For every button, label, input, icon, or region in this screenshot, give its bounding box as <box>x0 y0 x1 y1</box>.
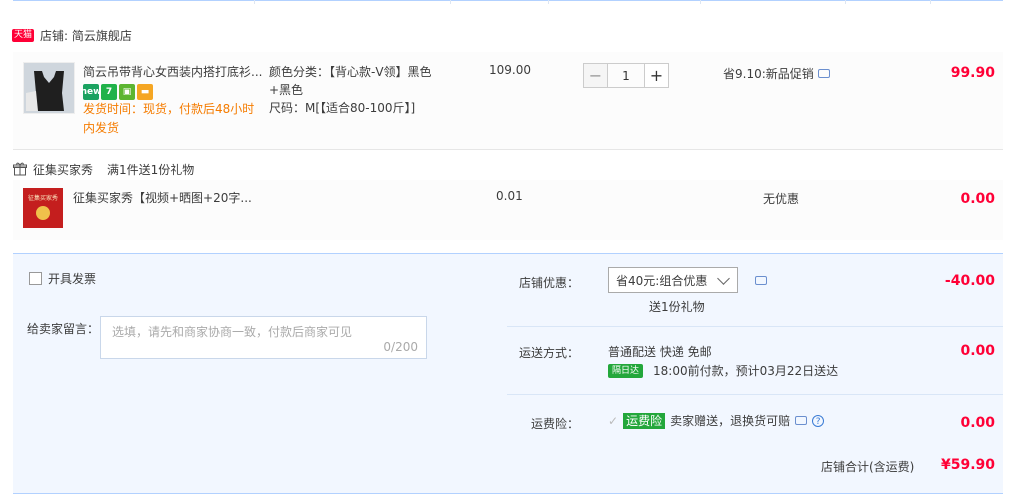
seven-day-return-icon: 7 <box>101 84 117 100</box>
guarantee-icon: ▣ <box>119 84 135 100</box>
invoice-label: 开具发票 <box>48 272 97 286</box>
promo-text: 省9.10:新品促销 <box>723 67 814 81</box>
gift-rule: 满1件送1份礼物 <box>107 162 195 177</box>
sku-color: 颜色分类：【背心款-V领】黑色+黑色 <box>269 65 432 97</box>
product-title[interactable]: 简云吊带背心女西装内搭打底衫... <box>83 63 263 81</box>
gift-icon <box>13 162 27 176</box>
top-divider <box>13 0 1003 1</box>
gift-item-title[interactable]: 征集买家秀【视频+晒图+20字... <box>73 189 252 206</box>
gift-thumbnail[interactable]: 征集买家秀 <box>23 188 63 228</box>
store-header: 天猫 店铺: 简云旗舰店 <box>12 27 132 43</box>
gift-promo: 无优惠 <box>763 192 800 206</box>
total-label: 店铺合计(含运费) <box>821 460 915 474</box>
delivery-eta-row: 隔日达 18:00前付款，预计03月22日送达 <box>608 362 838 379</box>
product-thumbnail[interactable] <box>23 62 75 114</box>
delivery-section: 运送方式： 普通配送 快递 免邮 隔日达 18:00前付款，预计03月22日送达… <box>507 327 1003 395</box>
insurance-desc: 卖家赠送，退换货可赔 <box>670 414 791 428</box>
store-total-row: 店铺合计(含运费) ¥59.90 <box>13 441 1003 494</box>
order-item-row: 简云吊带背心女西装内搭打底衫... new 7 ▣ ▬ 发货时间：现货，付款后4… <box>13 52 1003 150</box>
sku-size: 尺码：M[【适合80-100斤】] <box>269 101 416 115</box>
insurance-row: ✓ 运费险 卖家赠送，退换货可赔 ? <box>608 412 825 429</box>
quantity-stepper: − 1 + <box>583 63 669 88</box>
column-separator <box>450 0 451 4</box>
invoice-checkbox[interactable] <box>29 272 42 285</box>
insurance-section: 运费险： ✓ 运费险 卖家赠送，退换货可赔 ? 0.00 <box>507 395 1003 441</box>
increase-button[interactable]: + <box>644 63 669 88</box>
store-discount-label: 店铺优惠： <box>518 276 579 290</box>
store-name[interactable]: 店铺: 简云旗舰店 <box>40 27 132 44</box>
unit-price: 109.00 <box>489 63 531 77</box>
comment-icon[interactable] <box>817 69 830 78</box>
comment-icon[interactable] <box>755 276 767 285</box>
service-badges: new 7 ▣ ▬ <box>81 84 153 100</box>
insurance-badge: 运费险 <box>623 412 666 429</box>
insurance-label: 运费险： <box>530 417 579 431</box>
insurance-value: 0.00 <box>960 415 995 431</box>
checkmark-icon: ✓ <box>608 413 619 428</box>
comment-icon[interactable] <box>795 416 808 425</box>
chevron-down-icon <box>717 272 730 285</box>
store-discount-selected: 省40元:组合优惠 <box>616 273 708 288</box>
store-discount-select[interactable]: 省40元:组合优惠 <box>608 267 738 293</box>
message-char-count: 0/200 <box>383 340 418 354</box>
gift-item-row: 征集买家秀 征集买家秀【视频+晒图+20字... 0.01 无优惠 0.00 <box>13 180 1003 240</box>
decrease-button[interactable]: − <box>583 63 608 88</box>
quantity-input[interactable]: 1 <box>608 63 644 88</box>
gift-seal-icon <box>36 206 50 220</box>
store-discount-note: 送1份礼物 <box>649 300 705 314</box>
credit-card-icon: ▬ <box>137 84 153 100</box>
item-subtotal: 99.90 <box>950 65 995 81</box>
column-separator <box>930 0 931 4</box>
sku-info: 颜色分类：【背心款-V领】黑色+黑色 尺码：M[【适合80-100斤】] <box>269 63 449 117</box>
delivery-label: 运送方式： <box>518 346 579 360</box>
delivery-value: 0.00 <box>960 343 995 359</box>
column-separator <box>548 0 549 4</box>
gift-thumb-text: 征集买家秀 <box>27 195 58 202</box>
store-discount-value: -40.00 <box>944 273 995 289</box>
store-discount-section: 店铺优惠： 省40元:组合优惠 送1份礼物 -40.00 <box>507 254 1003 327</box>
gift-price: 0.01 <box>496 189 523 203</box>
column-separator <box>845 0 846 4</box>
column-separator <box>254 0 255 4</box>
invoice-option[interactable]: 开具发票 <box>29 270 96 287</box>
help-icon[interactable]: ? <box>812 414 825 427</box>
next-day-badge: 隔日达 <box>608 363 644 378</box>
total-value: ¥59.90 <box>940 457 995 473</box>
order-options-panel: 开具发票 给卖家留言： 选填，请先和商家协商一致，付款后商家可见 0/200 店… <box>13 253 1003 441</box>
column-separator <box>700 0 701 4</box>
delivery-eta: 18:00前付款，预计03月22日送达 <box>653 364 839 378</box>
item-promo: 省9.10:新品促销 <box>723 65 830 82</box>
message-placeholder: 选填，请先和商家协商一致，付款后商家可见 <box>112 325 353 339</box>
new-badge-icon: new <box>81 84 101 100</box>
gift-header: 征集买家秀 满1件送1份礼物 <box>13 160 194 178</box>
shipping-time: 发货时间：现货，付款后48小时内发货 <box>83 102 255 135</box>
delivery-method: 普通配送 快递 免邮 <box>608 345 712 359</box>
message-textarea[interactable]: 选填，请先和商家协商一致，付款后商家可见 0/200 <box>100 316 427 359</box>
tmall-badge: 天猫 <box>12 28 35 42</box>
gift-title: 征集买家秀 <box>33 162 94 177</box>
message-label: 给卖家留言： <box>27 322 100 336</box>
gift-subtotal: 0.00 <box>960 191 995 207</box>
